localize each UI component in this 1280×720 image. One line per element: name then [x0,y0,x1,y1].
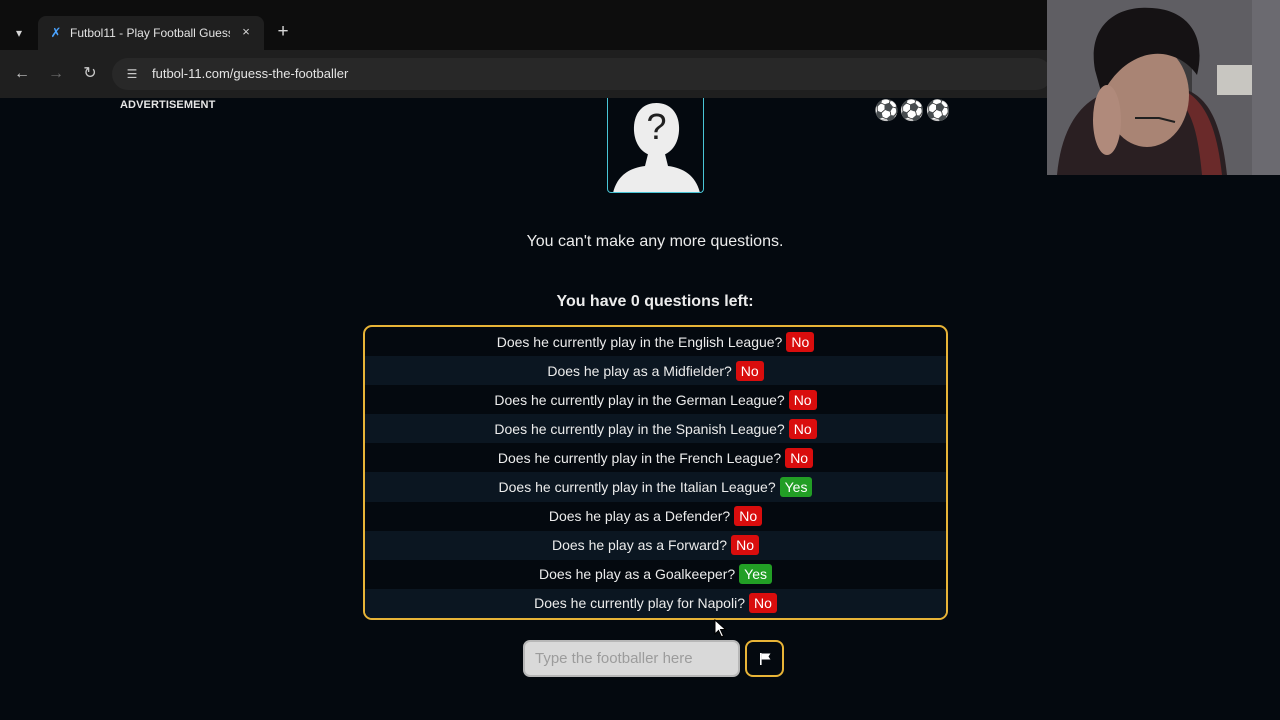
question-row: Does he currently play in the Spanish Le… [365,414,946,444]
answer-badge: Yes [739,564,772,585]
address-bar[interactable]: ☰ futbol-11.com/guess-the-footballer [112,58,1052,90]
answer-badge: No [731,535,759,556]
question-text: Does he currently play for Napoli? [534,595,745,612]
unknown-person-icon: ? [613,103,700,192]
browser-tab[interactable]: ✗ Futbol11 - Play Football Guess × [38,16,264,50]
mystery-player-avatar: ? [607,98,704,193]
new-tab-button[interactable]: + [274,22,292,44]
question-row: Does he currently play in the French Lea… [365,443,946,472]
chevron-down-icon[interactable]: ▾ [8,22,30,44]
forward-arrow-icon[interactable]: → [46,64,66,84]
svg-text:?: ? [646,106,666,147]
answer-badge: No [735,360,764,381]
advertisement-label: ADVERTISEMENT [120,99,216,111]
mouse-cursor-icon [714,619,727,638]
answer-badge: No [734,506,763,527]
close-icon[interactable]: × [238,24,254,40]
question-row: Does he play as a Goalkeeper? Yes [365,560,946,589]
answer-badge: No [786,331,815,352]
question-text: Does he play as a Forward? [552,537,728,554]
status-message: You can't make any more questions. [526,233,784,250]
question-text: Does he currently play in the German Lea… [494,391,785,408]
question-row: Does he play as a Forward? No [365,530,946,560]
answer-badge: No [788,418,817,439]
question-text: Does he play as a Midfielder? [547,362,732,379]
tab-title: Futbol11 - Play Football Guess [70,26,230,40]
footballer-guess-input[interactable] [523,640,740,677]
question-row: Does he currently play in the German Lea… [365,385,946,414]
answer-badge: Yes [779,477,813,498]
url-text: futbol-11.com/guess-the-footballer [152,66,349,81]
question-row: Does he currently play for Napoli? No [365,588,946,618]
question-text: Does he currently play in the French Lea… [497,449,782,466]
questions-panel: Does he currently play in the English Le… [363,325,948,620]
lives-balls: ⚽⚽⚽ [874,100,952,122]
question-text: Does he play as a Goalkeeper? [539,566,736,583]
question-text: Does he currently play in the Spanish Le… [494,420,785,437]
question-text: Does he play as a Defender? [548,508,731,525]
question-text: Does he currently play in the Italian Le… [498,479,776,496]
question-row: Does he currently play in the Italian Le… [365,472,946,502]
flag-icon [759,652,770,665]
webcam-person-image [1047,0,1280,175]
question-row: Does he play as a Defender? No [365,502,946,531]
question-text: Does he currently play in the English Le… [496,333,783,350]
answer-badge: No [785,447,814,468]
site-info-icon[interactable]: ☰ [124,66,140,82]
give-up-flag-button[interactable] [745,640,784,677]
question-row: Does he play as a Midfielder? No [365,356,946,386]
answer-badge: No [788,389,817,410]
reload-icon[interactable]: ↻ [80,64,100,84]
back-arrow-icon[interactable]: ← [12,64,32,84]
site-favicon-icon: ✗ [50,25,62,40]
answer-badge: No [748,593,777,614]
webcam-overlay [1047,0,1280,175]
question-row: Does he currently play in the English Le… [365,327,946,356]
questions-left-message: You have 0 questions left: [556,293,754,310]
